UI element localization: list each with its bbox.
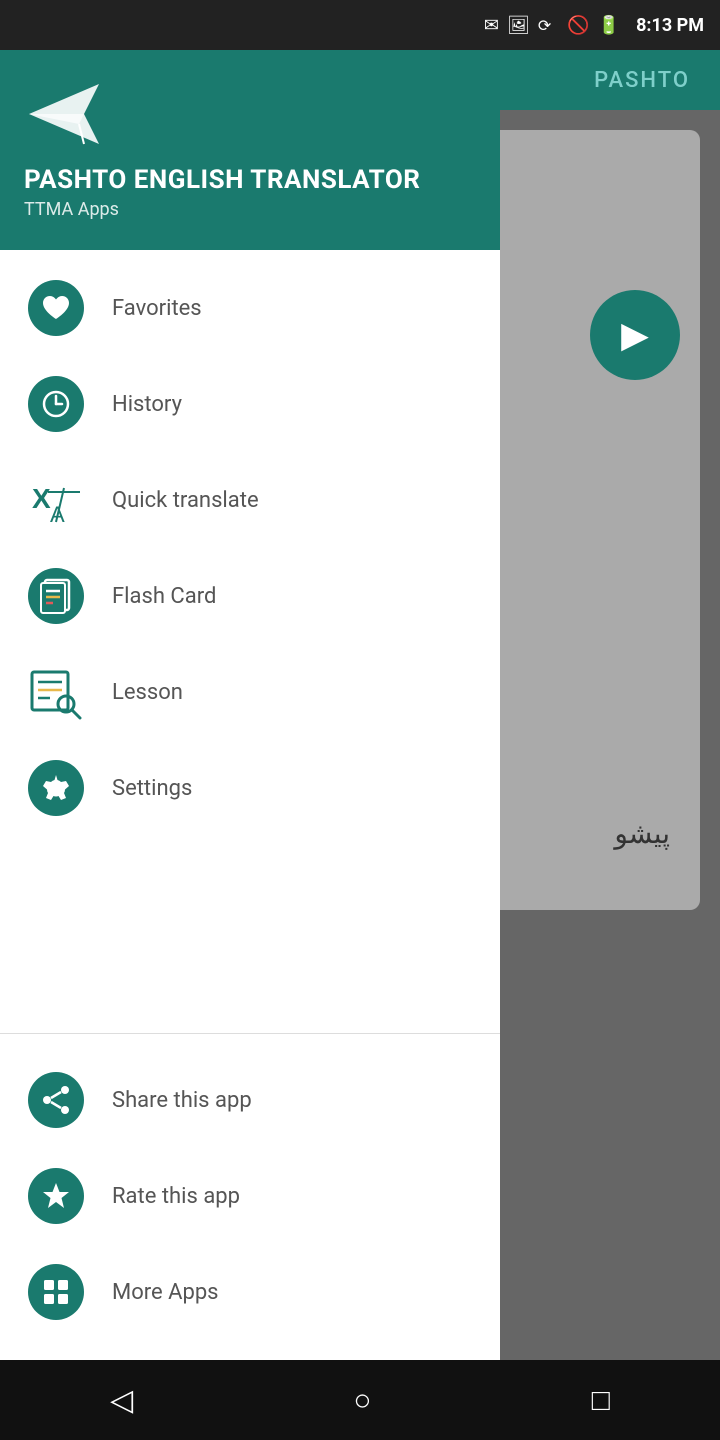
lesson-label: Lesson	[112, 680, 183, 705]
send-button[interactable]: ▶	[590, 290, 680, 380]
menu-item-more-apps[interactable]: More Apps	[0, 1244, 500, 1340]
status-time: 8:13 PM	[636, 15, 704, 36]
share-label: Share this app	[112, 1088, 252, 1113]
clock-icon	[41, 389, 71, 419]
app-logo	[24, 79, 476, 149]
lesson-icon	[28, 664, 84, 720]
gear-icon	[41, 773, 71, 803]
svg-text:X: X	[32, 483, 51, 514]
translated-text: پیشو	[614, 817, 670, 850]
more-apps-label: More Apps	[112, 1280, 219, 1305]
menu-items: Favorites History X A	[0, 250, 500, 1025]
image-icon: 🖼	[507, 15, 530, 36]
rate-icon-circle	[28, 1168, 84, 1224]
app-subtitle: TTMA Apps	[24, 199, 476, 220]
status-bar: ✉ 🖼 ⟳ 🚫 🔋 8:13 PM	[0, 0, 720, 50]
favorites-icon-circle	[28, 280, 84, 336]
recent-button[interactable]: □	[592, 1383, 610, 1418]
history-icon-circle	[28, 376, 84, 432]
app-title: PASHTO ENGLISH TRANSLATOR	[24, 165, 476, 195]
sync-icon: ⟳	[538, 16, 551, 35]
menu-item-lesson[interactable]: Lesson	[0, 644, 500, 740]
settings-label: Settings	[112, 776, 192, 801]
share-icon-circle	[28, 1072, 84, 1128]
status-icons: ✉ 🖼 ⟳ 🚫 🔋 8:13 PM	[484, 15, 704, 36]
history-label: History	[112, 392, 182, 417]
menu-item-settings[interactable]: Settings	[0, 740, 500, 836]
back-button[interactable]: ◁	[110, 1383, 133, 1418]
send-icon: ▶	[621, 314, 649, 356]
flash-card-label: Flash Card	[112, 584, 216, 609]
logo-icon	[24, 79, 104, 149]
home-button[interactable]: ○	[353, 1383, 371, 1418]
favorites-label: Favorites	[112, 296, 202, 321]
heart-icon	[41, 293, 71, 323]
menu-item-history[interactable]: History	[0, 356, 500, 452]
translate-icon: X A	[28, 472, 84, 528]
quick-translate-label: Quick translate	[112, 488, 259, 513]
menu-item-rate[interactable]: Rate this app	[0, 1148, 500, 1244]
no-sim-icon: 🚫	[567, 15, 589, 36]
navigation-drawer: PASHTO ENGLISH TRANSLATOR TTMA Apps Favo…	[0, 50, 500, 1360]
menu-item-flash-card[interactable]: Flash Card	[0, 548, 500, 644]
menu-item-share[interactable]: Share this app	[0, 1052, 500, 1148]
navigation-bar: ◁ ○ □	[0, 1360, 720, 1440]
lesson-icon-wrap	[28, 664, 84, 720]
grid-icon	[41, 1277, 71, 1307]
bottom-menu: Share this app Rate this app More App	[0, 1042, 500, 1360]
menu-item-favorites[interactable]: Favorites	[0, 260, 500, 356]
notification-icon: ✉	[484, 15, 499, 36]
menu-item-quick-translate[interactable]: X A Quick translate	[0, 452, 500, 548]
menu-divider	[0, 1033, 500, 1034]
star-icon	[41, 1181, 71, 1211]
battery-icon: 🔋	[598, 15, 620, 36]
settings-icon-circle	[28, 760, 84, 816]
language-label: PASHTO	[594, 68, 690, 93]
more-apps-icon-circle	[28, 1264, 84, 1320]
flashcard-icon-circle	[28, 568, 84, 624]
rate-label: Rate this app	[112, 1184, 240, 1209]
flashcard-icon	[39, 578, 73, 614]
drawer-header: PASHTO ENGLISH TRANSLATOR TTMA Apps	[0, 50, 500, 250]
translate-icon-wrap: X A	[28, 472, 84, 528]
share-icon	[41, 1085, 71, 1115]
